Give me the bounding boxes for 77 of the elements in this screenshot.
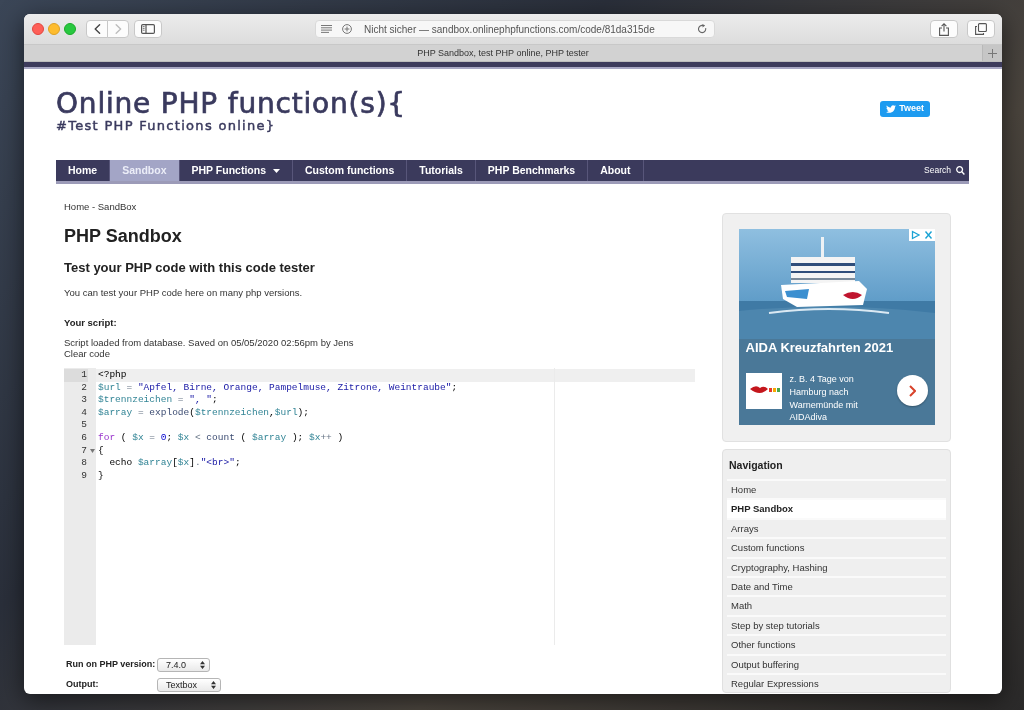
sidebar-nav-link[interactable]: Regular Expressions xyxy=(727,672,946,693)
code-line: for ( $x = 0; $x < count ( $array ); $x++ ) xyxy=(97,431,345,445)
nav-link[interactable]: PHP Functions xyxy=(179,160,293,181)
bird-icon xyxy=(886,105,897,113)
search-link[interactable]: Search xyxy=(924,160,965,181)
breadcrumb: Home - SandBox xyxy=(64,201,138,213)
panel-title: Navigation xyxy=(728,458,784,472)
code-line: echo $array[$x]."<br>"; xyxy=(108,457,242,470)
line-number: 5 xyxy=(80,419,88,432)
sidebar-nav-link[interactable]: PHP Sandbox xyxy=(727,498,946,518)
sidebar-nav-link[interactable]: Math xyxy=(727,595,946,615)
script-label: Your script: xyxy=(64,317,118,329)
updown-arrows-icon xyxy=(200,661,206,669)
clear-code-link[interactable]: Clear code xyxy=(64,348,110,359)
chevron-right-icon xyxy=(908,384,916,397)
fold-arrow-icon[interactable] xyxy=(89,448,95,453)
ad-headline[interactable]: AIDA Kreuzfahrten 2021 xyxy=(738,340,935,356)
share-button[interactable] xyxy=(930,20,958,38)
new-tab-button[interactable] xyxy=(982,45,1002,61)
intro-text: You can test your PHP code here on many php versions. xyxy=(64,287,304,299)
code-line: } xyxy=(97,469,105,483)
sidebar-icon xyxy=(141,24,155,34)
option-label: Run on PHP version: xyxy=(65,658,157,670)
reload-icon[interactable] xyxy=(698,24,707,34)
close-window-button[interactable] xyxy=(32,23,44,35)
sidebar-nav-link[interactable]: Custom functions xyxy=(727,537,946,557)
ad-text: z. B. 4 Tage von Hamburg nach Warnemünde mit AIDAdiva xyxy=(789,373,859,425)
sidebar-nav-link[interactable]: Other functions xyxy=(727,634,946,654)
tabs-icon xyxy=(975,23,987,35)
sidebar-nav-link[interactable]: Date and Time xyxy=(727,575,946,596)
line-number: 8 xyxy=(80,457,88,470)
site-logo[interactable]: Online PHP function(s){ xyxy=(56,89,406,119)
nav-link[interactable]: Custom functions xyxy=(293,160,408,181)
plus-icon xyxy=(988,48,997,58)
option-label: Output: xyxy=(65,678,100,690)
caret-icon xyxy=(273,168,280,173)
line-number: 4 xyxy=(80,406,88,420)
sidebar-nav-link[interactable]: Cryptography, Hashing xyxy=(727,556,946,576)
updown-arrows-icon xyxy=(211,681,217,689)
line-number: 1 xyxy=(64,369,88,382)
share-icon xyxy=(939,22,949,36)
sidebar-nav-link[interactable]: Arrays xyxy=(727,517,946,538)
zoom-window-button[interactable] xyxy=(64,23,76,35)
code-line: { xyxy=(97,444,105,458)
nav-link[interactable]: Tutorials xyxy=(407,160,476,181)
line-number: 7 xyxy=(80,444,88,458)
code-line: $trennzeichen = ", "; xyxy=(97,394,219,407)
nav-link[interactable]: About xyxy=(588,160,644,181)
page-title: PHP Sandbox xyxy=(64,225,183,247)
line-number: 9 xyxy=(80,469,88,483)
script-info: Script loaded from database. Saved on 05/05/2020 02:56pm by Jens xyxy=(64,337,355,348)
nav-link[interactable]: PHP Benchmarks xyxy=(475,160,589,181)
add-circle-icon[interactable] xyxy=(342,24,352,34)
site-tagline: #Test PHP Functions online} xyxy=(56,119,277,133)
line-number: 3 xyxy=(80,394,88,407)
page-subtitle: Test your PHP code with this code tester xyxy=(64,260,316,276)
code-line: $array = explode($trennzeichen,$url); xyxy=(97,406,310,420)
reader-icon[interactable] xyxy=(321,25,332,33)
ad-arrow-button[interactable] xyxy=(896,375,928,406)
back-button[interactable] xyxy=(86,20,108,38)
dropdown-select[interactable]: Textbox xyxy=(157,678,222,692)
advertisement[interactable]: AIDA Kreuzfahrten 2021 z. B. 4 Tage von Hamburg nach Warnemünde mit AIDAdiva xyxy=(738,229,935,425)
url-text: Nicht sicher — sandbox.onlinephpfunctions.com/code/81da315de xyxy=(364,22,655,37)
line-number: 2 xyxy=(80,381,88,395)
sidebar-nav-link[interactable]: Output buffering xyxy=(727,653,946,673)
dropdown-select[interactable]: 7.4.0 xyxy=(157,658,211,672)
chevron-left-icon xyxy=(93,24,101,34)
lips-logo-icon xyxy=(745,373,782,409)
line-number: 6 xyxy=(80,431,88,445)
sidebar-nav-link[interactable]: Step by step tutorials xyxy=(727,614,946,635)
chevron-right-icon xyxy=(114,24,122,34)
code-line: $url = "Apfel, Birne, Orange, Pampelmuse, Zitrone, Weintraube"; xyxy=(97,381,459,395)
tab-title[interactable]: PHP Sandbox, test PHP online, PHP tester xyxy=(417,46,589,60)
search-icon xyxy=(956,166,965,175)
tabs-button[interactable] xyxy=(967,20,995,38)
address-bar[interactable]: Nicht sicher — sandbox.onlinephpfunctions.com/code/81da315de xyxy=(315,20,715,38)
sidebar-button[interactable] xyxy=(134,20,162,38)
